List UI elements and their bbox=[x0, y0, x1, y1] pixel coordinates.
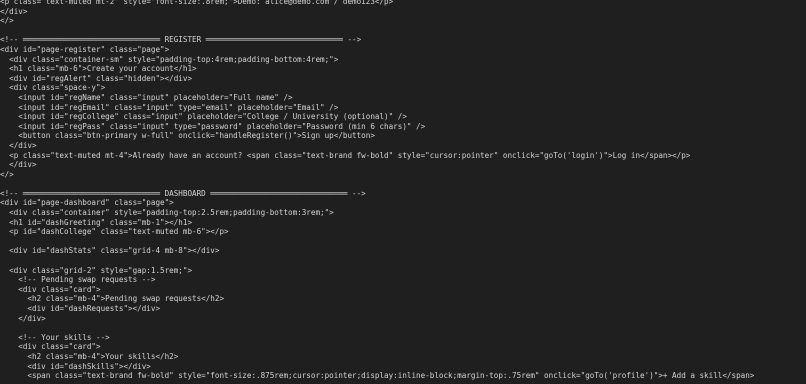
code-line: <h1 class="mb-6">Create your account</h1… bbox=[0, 64, 197, 74]
code-line: <div class="container-sm" style="padding… bbox=[0, 54, 339, 64]
code-line: <div class="card"> bbox=[0, 342, 101, 352]
code-line: </div> bbox=[0, 160, 37, 170]
code-line: <div id="regAlert" class="hidden"></div> bbox=[0, 73, 193, 83]
code-line: </div> bbox=[0, 313, 46, 323]
code-line: <div id="dashRequests"></div> bbox=[0, 304, 161, 313]
code-line: </> bbox=[0, 169, 14, 179]
code-lines: <p class="text-muted mt-2" style="font-s… bbox=[0, 0, 806, 381]
code-line: </> bbox=[0, 16, 14, 26]
code-line: <!-- Your skills --> bbox=[0, 332, 110, 342]
code-line: <input id="regCollege" class="input" pla… bbox=[0, 112, 407, 122]
code-line: <div id="page-dashboard" class="page"> bbox=[0, 198, 174, 208]
code-line: <h1 id="dashGreeting" class="mb-1"></h1> bbox=[0, 217, 193, 227]
code-line: <div class="container" style="padding-to… bbox=[0, 208, 334, 218]
code-line: <button class="btn-primary w-full" oncli… bbox=[0, 131, 375, 141]
code-line: <input id="regName" class="input" placeh… bbox=[0, 92, 293, 102]
code-line: <input id="regEmail" class="input" type=… bbox=[0, 102, 339, 112]
code-line: <!-- ══════════════════════════════ REGI… bbox=[0, 35, 362, 45]
code-line: <p class="text-muted mt-2" style="font-s… bbox=[0, 0, 394, 6]
code-line: <div id="dashSkills"></div> bbox=[0, 361, 151, 371]
code-line: <h2 class="mb-4">Your skills</h2> bbox=[0, 351, 179, 361]
code-line: <h2 class="mb-4">Pending swap requests</… bbox=[0, 294, 225, 304]
code-line: <span class="text-brand fw-bold" style="… bbox=[0, 371, 755, 381]
code-line: <p class="text-muted mt-4">Already have … bbox=[0, 150, 691, 160]
code-line: <div id="dashStats" class="grid-4 mb-8">… bbox=[0, 246, 220, 256]
code-line: <input id="regPass" class="input" type="… bbox=[0, 121, 426, 131]
code-line: <!-- Pending swap requests --> bbox=[0, 275, 156, 285]
code-line: </div> bbox=[0, 6, 28, 16]
code-line: <div class="grid-2" style="gap:1.5rem;"> bbox=[0, 265, 193, 275]
code-line: <!-- ══════════════════════════════ DASH… bbox=[0, 188, 366, 198]
code-line: </div> bbox=[0, 140, 37, 150]
code-line: <div class="card"> bbox=[0, 284, 101, 294]
code-line: <div id="page-register" class="page"> bbox=[0, 44, 170, 54]
code-line: <p id="dashCollege" class="text-muted mb… bbox=[0, 227, 229, 237]
code-editor[interactable]: <p class="text-muted mt-2" style="font-s… bbox=[0, 0, 806, 384]
code-line: <div class="space-y"> bbox=[0, 83, 106, 93]
